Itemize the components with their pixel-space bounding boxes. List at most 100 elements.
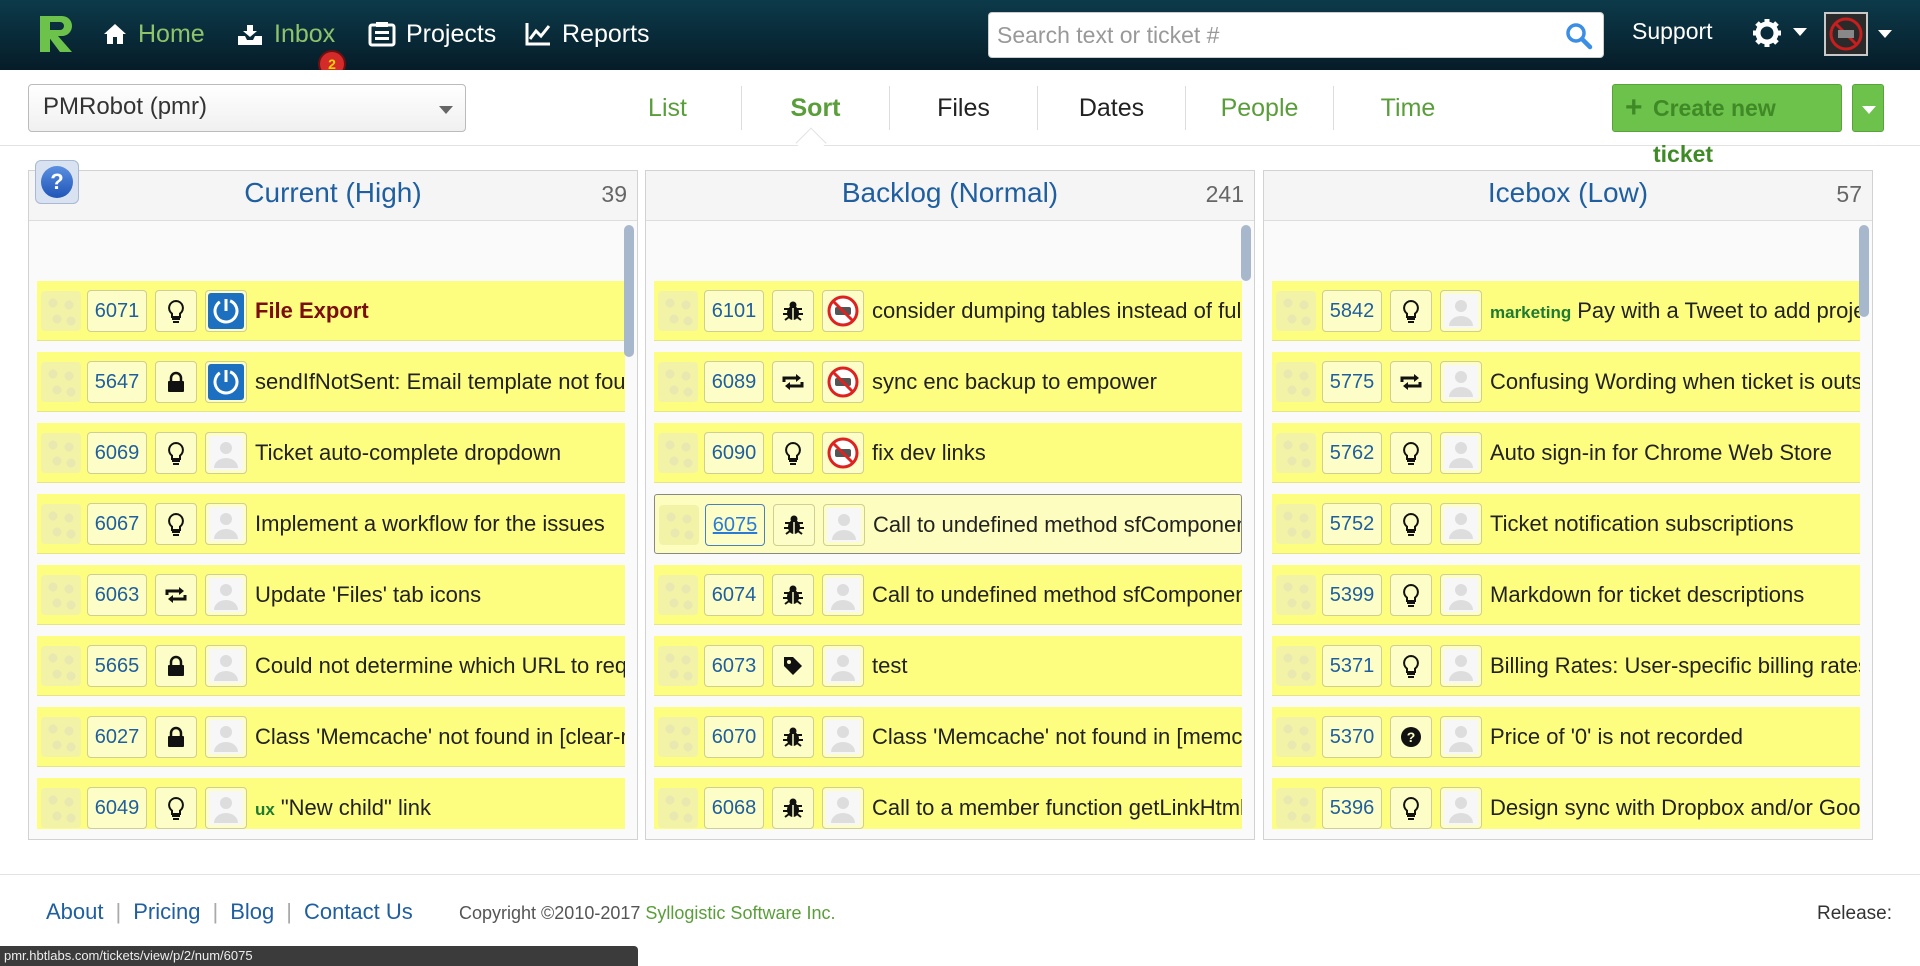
ticket-card[interactable]: 6027 Class 'Memcache' not found in [clear… bbox=[37, 707, 625, 767]
ticket-card[interactable]: 6074 Call to undefined method sfComponent bbox=[654, 565, 1242, 625]
ticket-number-link[interactable]: 5370 bbox=[1322, 716, 1382, 758]
ticket-card[interactable]: 6067 Implement a workflow for the issues bbox=[37, 494, 625, 554]
ticket-title[interactable]: Update 'Files' tab icons bbox=[255, 565, 625, 625]
ticket-number-link[interactable]: 6049 bbox=[87, 787, 147, 829]
ticket-card[interactable]: 5647 sendIfNotSent: Email template not fo… bbox=[37, 352, 625, 412]
ticket-number-link[interactable]: 5842 bbox=[1322, 290, 1382, 332]
power-avatar-icon[interactable] bbox=[205, 361, 247, 403]
ticket-title[interactable]: Design sync with Dropbox and/or Google D… bbox=[1490, 778, 1860, 829]
ticket-number-link[interactable]: 6074 bbox=[704, 574, 764, 616]
ticket-number-link[interactable]: 5762 bbox=[1322, 432, 1382, 474]
ticket-card[interactable]: 5399 Markdown for ticket descriptions bbox=[1272, 565, 1860, 625]
tab-list[interactable]: List bbox=[594, 86, 742, 130]
ticket-card[interactable]: 6068 Call to a member function getLinkHtm… bbox=[654, 778, 1242, 829]
drag-handle-icon[interactable] bbox=[41, 717, 81, 757]
company-link[interactable]: Syllogistic Software Inc. bbox=[645, 903, 835, 923]
search-input[interactable] bbox=[997, 17, 1557, 53]
user-avatar-icon[interactable] bbox=[822, 716, 864, 758]
ticket-number-link[interactable]: 6073 bbox=[704, 645, 764, 687]
search-icon[interactable] bbox=[1565, 22, 1593, 50]
tab-sort[interactable]: Sort bbox=[742, 86, 890, 130]
user-avatar-icon[interactable] bbox=[205, 503, 247, 545]
lightbulb-icon[interactable] bbox=[1390, 645, 1432, 687]
refresh-icon[interactable] bbox=[1390, 361, 1432, 403]
ticket-number-link[interactable]: 5399 bbox=[1322, 574, 1382, 616]
nav-inbox[interactable]: Inbox bbox=[236, 14, 335, 54]
ticket-title[interactable]: Auto sign-in for Chrome Web Store bbox=[1490, 423, 1860, 483]
ticket-card[interactable]: 6063 Update 'Files' tab icons bbox=[37, 565, 625, 625]
footer-link-about[interactable]: About bbox=[46, 899, 104, 925]
user-avatar-icon[interactable] bbox=[205, 716, 247, 758]
nav-home[interactable]: Home bbox=[102, 14, 205, 54]
lightbulb-icon[interactable] bbox=[772, 432, 814, 474]
user-avatar-icon[interactable] bbox=[1440, 645, 1482, 687]
blocked-avatar-icon[interactable] bbox=[822, 361, 864, 403]
ticket-number-link[interactable]: 5647 bbox=[87, 361, 147, 403]
create-ticket-dropdown-button[interactable] bbox=[1852, 84, 1884, 132]
ticket-title[interactable]: Call to undefined method sfComponent bbox=[872, 565, 1242, 625]
lightbulb-icon[interactable] bbox=[1390, 503, 1432, 545]
ticket-card[interactable]: 5752 Ticket notification subscriptions bbox=[1272, 494, 1860, 554]
drag-handle-icon[interactable] bbox=[1276, 433, 1316, 473]
lightbulb-icon[interactable] bbox=[155, 787, 197, 829]
ticket-number-link[interactable]: 5396 bbox=[1322, 787, 1382, 829]
ticket-title[interactable]: Billing Rates: User-specific billing rat… bbox=[1490, 636, 1860, 696]
create-ticket-button[interactable]: + Create new ticket bbox=[1612, 84, 1842, 167]
nav-projects[interactable]: Projects bbox=[368, 14, 496, 54]
drag-handle-icon[interactable] bbox=[1276, 575, 1316, 615]
ticket-card[interactable]: 6071 File Export bbox=[37, 281, 625, 341]
drag-handle-icon[interactable] bbox=[1276, 291, 1316, 331]
scrollbar[interactable] bbox=[624, 225, 634, 357]
user-avatar-icon[interactable] bbox=[1440, 361, 1482, 403]
refresh-icon[interactable] bbox=[772, 361, 814, 403]
ticket-title[interactable]: Price of '0' is not recorded bbox=[1490, 707, 1860, 767]
ticket-title[interactable]: Ticket notification subscriptions bbox=[1490, 494, 1860, 554]
ticket-card[interactable]: 5370? Price of '0' is not recorded bbox=[1272, 707, 1860, 767]
ticket-title[interactable]: fix dev links bbox=[872, 423, 1242, 483]
ticket-number-link[interactable]: 5752 bbox=[1322, 503, 1382, 545]
drag-handle-icon[interactable] bbox=[658, 575, 698, 615]
ticket-card[interactable]: 5665 Could not determine which URL to req… bbox=[37, 636, 625, 696]
drag-handle-icon[interactable] bbox=[1276, 788, 1316, 828]
drag-handle-icon[interactable] bbox=[659, 505, 699, 545]
ticket-title[interactable]: Class 'Memcache' not found in [clear-mem… bbox=[255, 707, 625, 767]
drag-handle-icon[interactable] bbox=[41, 788, 81, 828]
ticket-title[interactable]: Class 'Memcache' not found in [memcache] bbox=[872, 707, 1242, 767]
ticket-title[interactable]: sync enc backup to empower bbox=[872, 352, 1242, 412]
ticket-card[interactable]: 5762 Auto sign-in for Chrome Web Store bbox=[1272, 423, 1860, 483]
user-avatar-icon[interactable] bbox=[1440, 290, 1482, 332]
user-avatar-icon[interactable] bbox=[205, 787, 247, 829]
drag-handle-icon[interactable] bbox=[658, 433, 698, 473]
lightbulb-icon[interactable] bbox=[1390, 290, 1432, 332]
ticket-title[interactable]: test bbox=[872, 636, 1242, 696]
ticket-number-link[interactable]: 6089 bbox=[704, 361, 764, 403]
user-avatar-icon[interactable] bbox=[822, 787, 864, 829]
ticket-title[interactable]: consider dumping tables instead of full … bbox=[872, 281, 1242, 341]
ticket-number-link[interactable]: 5371 bbox=[1322, 645, 1382, 687]
ticket-number-link[interactable]: 6067 bbox=[87, 503, 147, 545]
tab-dates[interactable]: Dates bbox=[1038, 86, 1186, 130]
ticket-number-link[interactable]: 6063 bbox=[87, 574, 147, 616]
ticket-card[interactable]: 6075 Call to undefined method sfComponent bbox=[654, 494, 1242, 554]
footer-link-blog[interactable]: Blog bbox=[230, 899, 274, 925]
app-logo-icon[interactable] bbox=[36, 12, 78, 56]
ticket-card[interactable]: 5775 Confusing Wording when ticket is out… bbox=[1272, 352, 1860, 412]
user-menu-chevron-down-icon[interactable] bbox=[1878, 30, 1892, 38]
tab-files[interactable]: Files bbox=[890, 86, 1038, 130]
lightbulb-icon[interactable] bbox=[155, 503, 197, 545]
user-avatar-icon[interactable] bbox=[1440, 503, 1482, 545]
scrollbar[interactable] bbox=[1241, 225, 1251, 281]
tag-icon[interactable] bbox=[772, 645, 814, 687]
ticket-title[interactable]: File Export bbox=[255, 281, 625, 341]
power-avatar-icon[interactable] bbox=[205, 290, 247, 332]
ticket-number-link[interactable]: 6071 bbox=[87, 290, 147, 332]
drag-handle-icon[interactable] bbox=[41, 575, 81, 615]
ticket-title[interactable]: Call to a member function getLinkHtml() bbox=[872, 778, 1242, 829]
drag-handle-icon[interactable] bbox=[1276, 362, 1316, 402]
user-avatar-icon[interactable] bbox=[205, 432, 247, 474]
footer-link-pricing[interactable]: Pricing bbox=[133, 899, 200, 925]
drag-handle-icon[interactable] bbox=[658, 646, 698, 686]
bug-icon[interactable] bbox=[773, 504, 815, 546]
user-avatar-icon[interactable] bbox=[205, 645, 247, 687]
ticket-card[interactable]: 6073 test bbox=[654, 636, 1242, 696]
